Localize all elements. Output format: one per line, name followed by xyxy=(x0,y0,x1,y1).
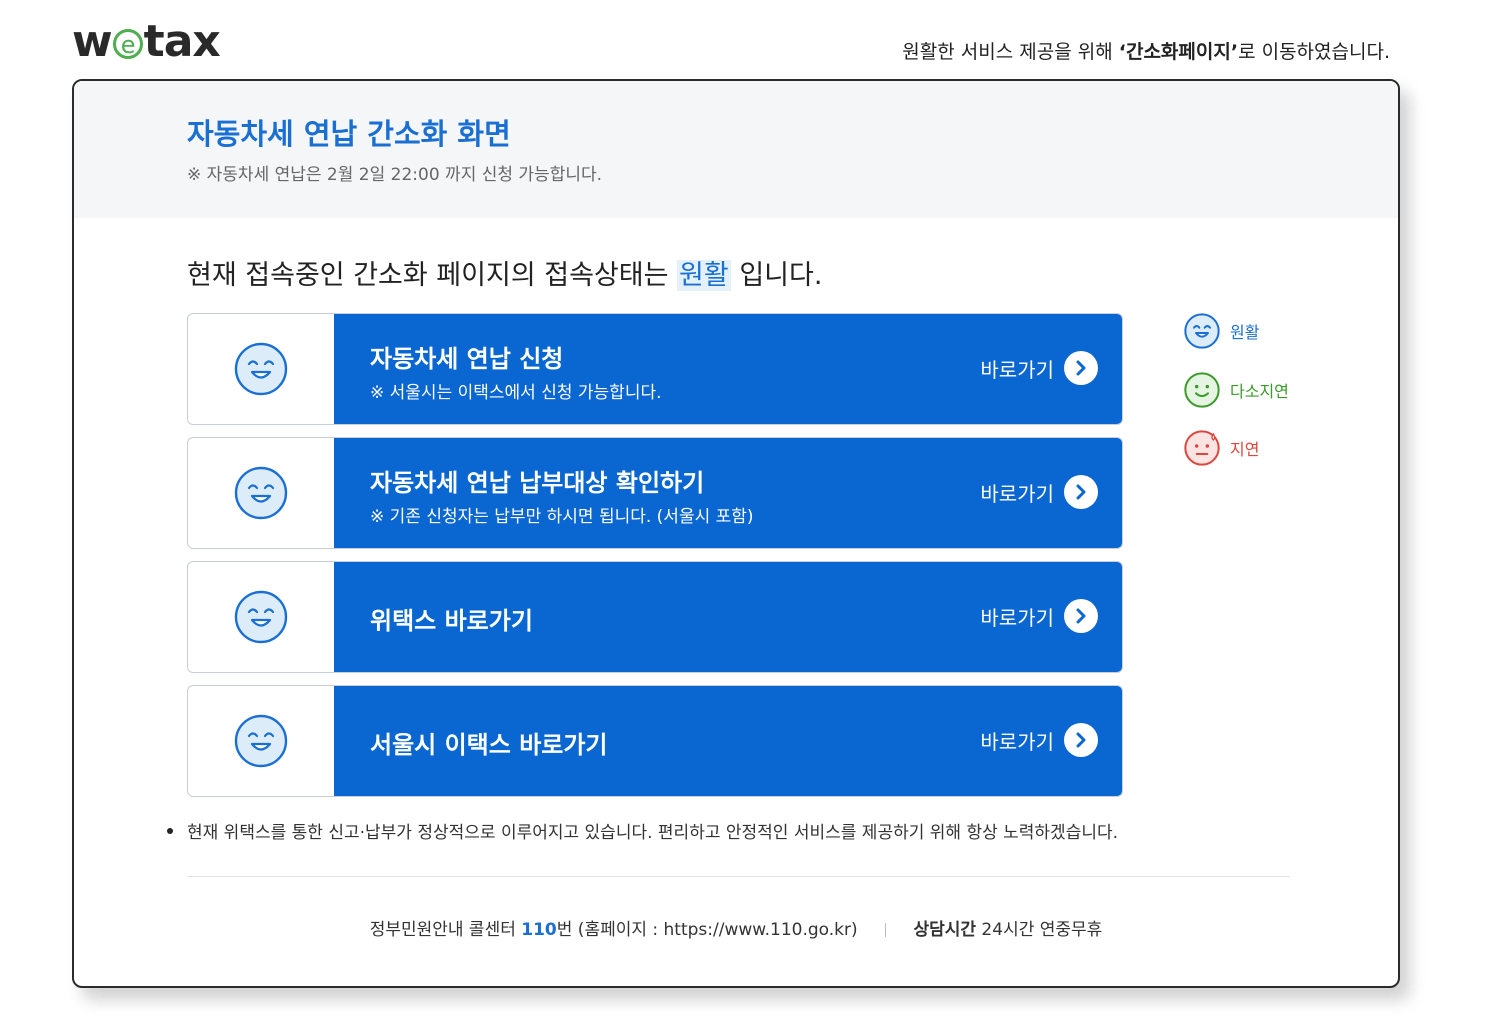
shortcut-button[interactable]: 바로가기 xyxy=(980,599,1098,633)
callcenter-info: 정부민원안내 콜센터 110번 (홈페이지 : https://www.110.… xyxy=(369,920,858,940)
shortcut-label: 바로가기 xyxy=(980,357,1054,382)
chevron-right-icon xyxy=(1064,723,1098,757)
chevron-right-icon xyxy=(1064,351,1098,385)
legend-label: 지연 xyxy=(1230,440,1260,459)
card-annual-payment-apply[interactable]: 자동차세 연납 신청 ※ 서울시는 이택스에서 신청 가능합니다. 바로가기 xyxy=(187,313,1123,425)
smile-face-icon xyxy=(234,714,288,768)
card-description: ※ 기존 신청자는 납부만 하시면 됩니다. (서울시 포함) xyxy=(370,507,754,527)
legend-item-delay: 지연 xyxy=(1184,430,1259,466)
legend-label: 다소지연 xyxy=(1230,382,1289,401)
card-status-cell xyxy=(188,686,334,796)
shortcut-button[interactable]: 바로가기 xyxy=(980,351,1098,385)
logo-text-tax: tax xyxy=(143,15,221,67)
smile-face-icon xyxy=(234,466,288,520)
shortcut-label: 바로가기 xyxy=(980,729,1054,754)
chevron-right-icon xyxy=(1064,475,1098,509)
bullet-icon xyxy=(167,828,173,834)
card-title: 위택스 바로가기 xyxy=(370,607,533,635)
card-status-cell xyxy=(188,562,334,672)
consult-hours: 상담시간 24시간 연중무휴 xyxy=(913,920,1103,940)
card-seoul-etax-shortcut[interactable]: 서울시 이택스 바로가기 바로가기 xyxy=(187,685,1123,797)
wetax-logo[interactable]: w e tax xyxy=(72,15,221,67)
card-status-cell xyxy=(188,314,334,424)
footer-divider xyxy=(187,876,1290,877)
page-subtitle: ※ 자동차세 연납은 2월 2일 22:00 까지 신청 가능합니다. xyxy=(187,165,603,185)
smile-face-icon xyxy=(1184,313,1220,349)
card-body: 위택스 바로가기 바로가기 xyxy=(334,562,1122,672)
shortcut-button[interactable]: 바로가기 xyxy=(980,723,1098,757)
redirect-notice: 원활한 서비스 제공을 위해 ‘간소화페이지’로 이동하였습니다. xyxy=(902,41,1390,63)
smile-face-icon xyxy=(234,590,288,644)
chevron-right-icon xyxy=(1064,599,1098,633)
card-body: 서울시 이택스 바로가기 바로가기 xyxy=(334,686,1122,796)
legend-label: 원활 xyxy=(1230,323,1260,342)
shortcut-label: 바로가기 xyxy=(980,605,1054,630)
neutral-smile-face-icon xyxy=(1184,372,1220,408)
card-description: ※ 서울시는 이택스에서 신청 가능합니다. xyxy=(370,383,662,403)
footer-info: 정부민원안내 콜센터 110번 (홈페이지 : https://www.110.… xyxy=(74,915,1398,940)
legend-item-smooth: 원활 xyxy=(1184,313,1259,349)
shortcut-button[interactable]: 바로가기 xyxy=(980,475,1098,509)
status-value: 원활 xyxy=(677,260,731,291)
smile-face-icon xyxy=(234,342,288,396)
service-notice: 현재 위택스를 통한 신고·납부가 정상적으로 이루어지고 있습니다. 편리하고… xyxy=(167,818,1118,843)
card-payment-target-check[interactable]: 자동차세 연납 납부대상 확인하기 ※ 기존 신청자는 납부만 하시면 됩니다.… xyxy=(187,437,1123,549)
legend-item-slight-delay: 다소지연 xyxy=(1184,372,1289,408)
footer-separator xyxy=(885,923,887,937)
card-title: 자동차세 연납 납부대상 확인하기 xyxy=(370,469,705,497)
connection-status-text: 현재 접속중인 간소화 페이지의 접속상태는 원활 입니다. xyxy=(187,260,823,291)
card-status-cell xyxy=(188,438,334,548)
logo-text-w: w xyxy=(72,15,113,67)
card-wetax-shortcut[interactable]: 위택스 바로가기 바로가기 xyxy=(187,561,1123,673)
shortcut-label: 바로가기 xyxy=(980,481,1054,506)
card-body: 자동차세 연납 납부대상 확인하기 ※ 기존 신청자는 납부만 하시면 됩니다.… xyxy=(334,438,1122,548)
sad-face-icon xyxy=(1184,430,1220,466)
card-title: 자동차세 연납 신청 xyxy=(370,345,564,373)
card-body: 자동차세 연납 신청 ※ 서울시는 이택스에서 신청 가능합니다. 바로가기 xyxy=(334,314,1122,424)
page-title: 자동차세 연납 간소화 화면 xyxy=(187,117,511,151)
card-title: 서울시 이택스 바로가기 xyxy=(370,731,608,759)
main-panel: 자동차세 연납 간소화 화면 ※ 자동차세 연납은 2월 2일 22:00 까지… xyxy=(72,79,1400,988)
logo-e-icon: e xyxy=(112,29,143,59)
